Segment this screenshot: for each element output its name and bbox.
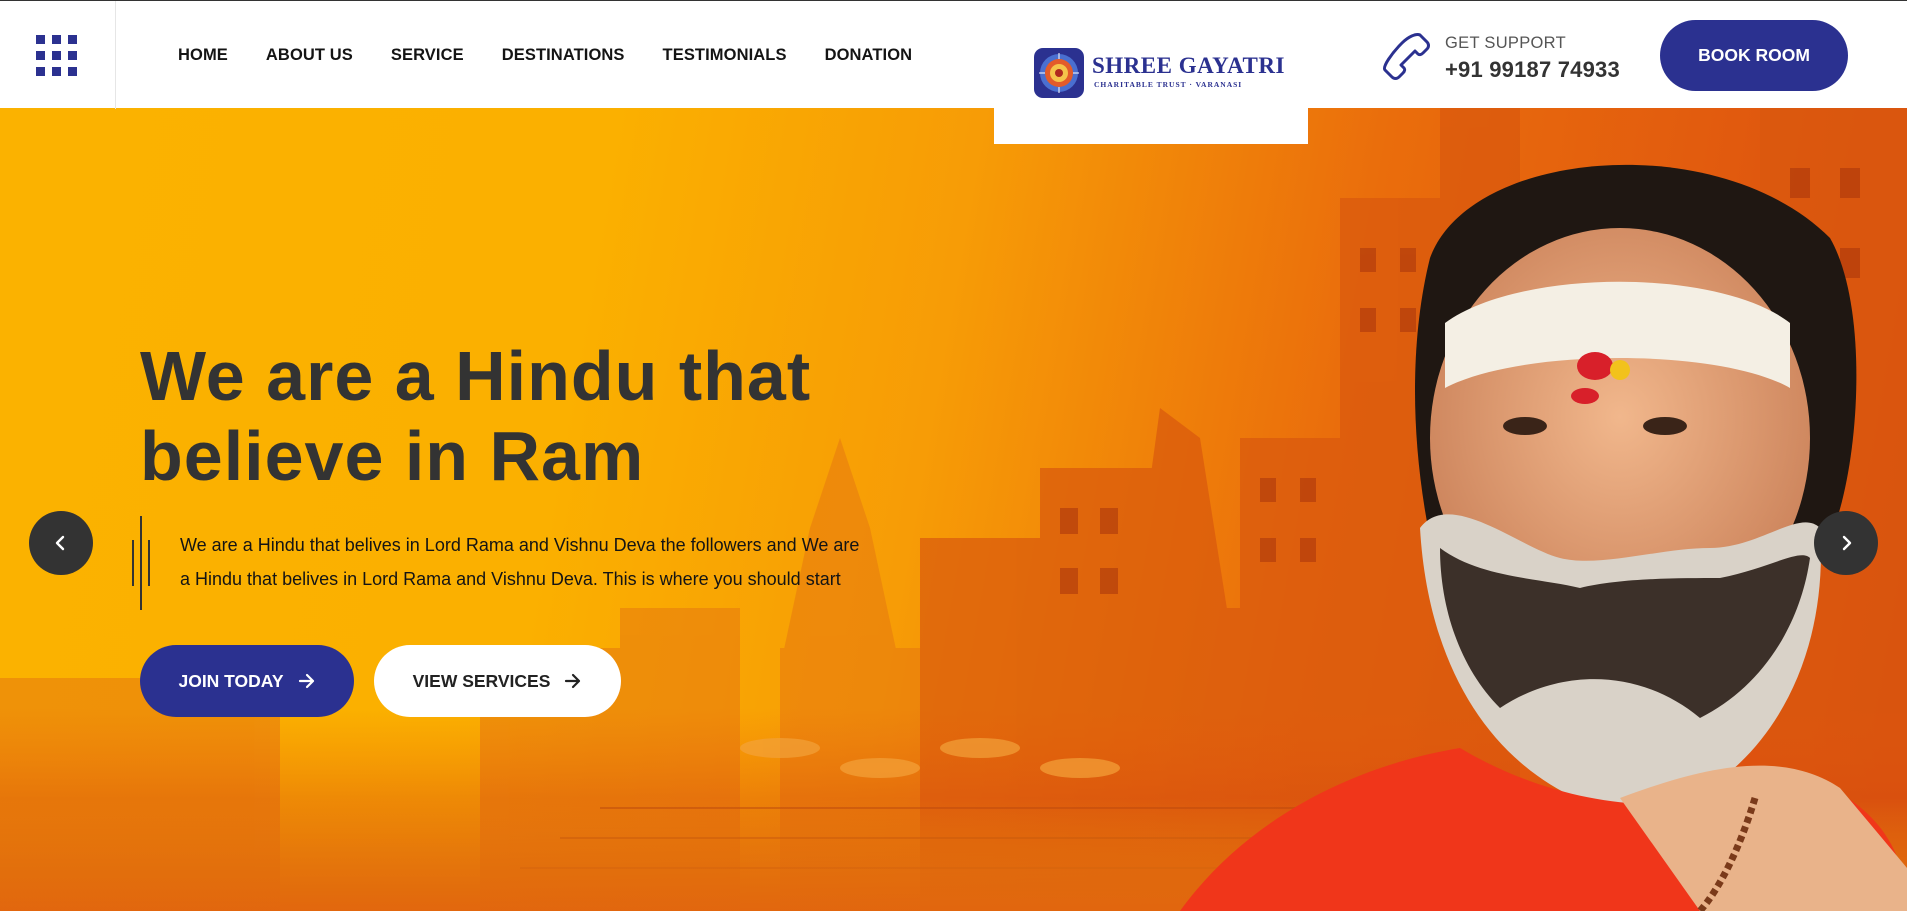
- support-phone[interactable]: +91 99187 74933: [1445, 57, 1620, 83]
- hero-description: We are a Hindu that belives in Lord Rama…: [180, 535, 860, 589]
- chevron-left-icon: [55, 535, 65, 551]
- view-services-label: VIEW SERVICES: [412, 670, 551, 691]
- view-services-button[interactable]: VIEW SERVICES: [374, 645, 621, 717]
- hero-title: We are a Hindu that believe in Ram: [140, 337, 812, 495]
- phone-icon: [1382, 33, 1430, 80]
- nav-destinations[interactable]: DESTINATIONS: [502, 46, 625, 65]
- grid-menu-icon[interactable]: [0, 1, 116, 109]
- hero-slider: We are a Hindu that believe in Ram We ar…: [0, 108, 1907, 911]
- site-header: HOME ABOUT US SERVICE DESTINATIONS TESTI…: [0, 0, 1907, 144]
- site-logo[interactable]: SHREE GAYATRI CHARITABLE TRUST · VARANAS…: [994, 1, 1308, 144]
- hero-background-image: [0, 108, 1907, 911]
- slider-next-button[interactable]: [1814, 511, 1878, 575]
- nav-testimonials[interactable]: TESTIMONIALS: [663, 46, 787, 65]
- join-today-button[interactable]: JOIN TODAY: [140, 645, 354, 717]
- arrow-right-icon: [298, 673, 314, 689]
- logo-subtitle: CHARITABLE TRUST · VARANASI: [1094, 80, 1243, 89]
- nav-about-us[interactable]: ABOUT US: [266, 46, 353, 65]
- nav-service[interactable]: SERVICE: [391, 46, 464, 65]
- nav-home[interactable]: HOME: [178, 46, 228, 65]
- logo-emblem-icon: [1034, 48, 1084, 98]
- main-nav: HOME ABOUT US SERVICE DESTINATIONS TESTI…: [178, 1, 950, 109]
- nav-donation[interactable]: DONATION: [825, 46, 913, 65]
- book-room-button[interactable]: BOOK ROOM: [1660, 20, 1848, 91]
- chevron-right-icon: [1842, 535, 1852, 551]
- logo-title: SHREE GAYATRI: [1092, 53, 1285, 78]
- quote-bars-icon: [132, 516, 150, 610]
- arrow-right-icon: [565, 673, 581, 689]
- slider-prev-button[interactable]: [29, 511, 93, 575]
- support-label: GET SUPPORT: [1445, 34, 1566, 52]
- join-today-label: JOIN TODAY: [178, 670, 284, 691]
